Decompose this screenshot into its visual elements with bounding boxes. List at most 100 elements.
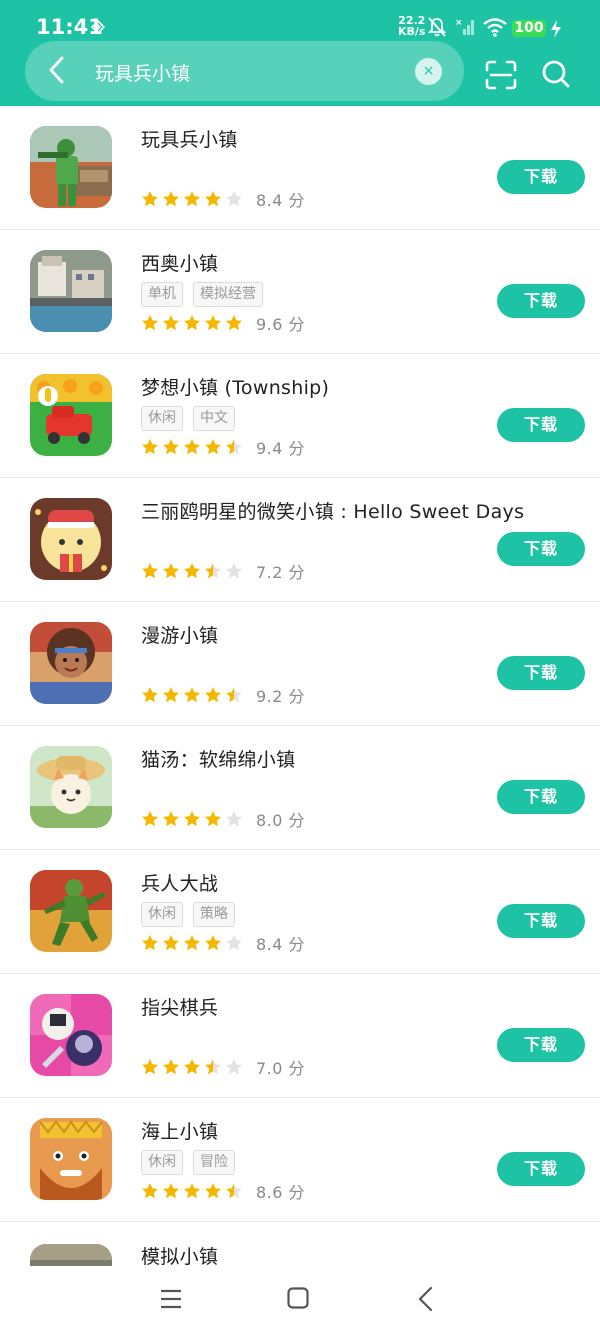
- star-half-icon: [205, 563, 221, 579]
- score-unit: 分: [288, 1183, 306, 1202]
- star-rating: [141, 190, 243, 208]
- search-icon[interactable]: [541, 59, 571, 89]
- app-list-item[interactable]: 兵人大战 休闲 策略 8.4 分 下载: [0, 850, 600, 974]
- hello-sweet-days-icon[interactable]: [30, 498, 112, 580]
- app-list-item[interactable]: 漫游小镇 9.2 分 下载: [0, 602, 600, 726]
- app-list-item[interactable]: 三丽鸥明星的微笑小镇 : Hello Sweet Days 7.2 分 下载: [0, 478, 600, 602]
- app-name[interactable]: 西奥小镇: [141, 249, 218, 276]
- star-empty-icon: [226, 191, 242, 207]
- app-name[interactable]: 模拟小镇: [141, 1242, 218, 1266]
- sim-town-icon[interactable]: [30, 1244, 112, 1266]
- theotown-icon[interactable]: [30, 250, 112, 332]
- clear-search-button[interactable]: ×: [415, 58, 442, 85]
- download-button[interactable]: 下载: [497, 284, 585, 318]
- download-button[interactable]: 下载: [497, 1152, 585, 1186]
- cat-soup-town-icon[interactable]: [30, 746, 112, 828]
- star-full-icon: [163, 1183, 179, 1199]
- tag: 中文: [193, 406, 235, 431]
- star-full-icon: [205, 439, 221, 455]
- download-button[interactable]: 下载: [497, 408, 585, 442]
- app-rating: 9.6 分: [141, 312, 305, 334]
- download-button[interactable]: 下载: [497, 160, 585, 194]
- back-arrow-icon[interactable]: [46, 55, 68, 85]
- download-button[interactable]: 下载: [497, 1028, 585, 1062]
- star-full-icon: [163, 687, 179, 703]
- star-full-icon: [184, 1059, 200, 1075]
- star-full-icon: [184, 191, 200, 207]
- star-rating: [141, 438, 243, 456]
- top-header: 11:41 22.2 KB/s × 100 玩具兵小镇 ×: [0, 0, 600, 106]
- score: 8.4 分: [256, 187, 305, 211]
- score: 7.0 分: [256, 1055, 305, 1079]
- star-full-icon: [205, 1183, 221, 1199]
- score: 9.2 分: [256, 683, 305, 707]
- app-name[interactable]: 漫游小镇: [141, 621, 218, 648]
- app-list-item[interactable]: 海上小镇 休闲 冒险 8.6 分 下载: [0, 1098, 600, 1222]
- cell-signal-icon: ×: [455, 18, 474, 35]
- score-unit: 分: [288, 315, 306, 334]
- mute-bell-icon: [427, 17, 447, 37]
- star-full-icon: [142, 687, 158, 703]
- app-name[interactable]: 兵人大战: [141, 869, 218, 896]
- star-full-icon: [163, 191, 179, 207]
- scan-icon[interactable]: [485, 60, 517, 90]
- download-button[interactable]: 下载: [497, 780, 585, 814]
- app-list-item-partial[interactable]: 模拟小镇: [0, 1224, 600, 1266]
- app-rating: 8.4 分: [141, 188, 305, 210]
- star-full-icon: [163, 935, 179, 951]
- system-nav-bar: [0, 1266, 600, 1333]
- tag: 休闲: [141, 406, 183, 431]
- sea-town-icon[interactable]: [30, 1118, 112, 1200]
- wifi-icon: [483, 18, 507, 37]
- network-rate: 22.2 KB/s: [398, 15, 425, 37]
- app-list-item[interactable]: 西奥小镇 单机 模拟经营 9.6 分 下载: [0, 230, 600, 354]
- score-value: 8.0: [256, 811, 283, 830]
- star-full-icon: [205, 687, 221, 703]
- app-name[interactable]: 三丽鸥明星的微笑小镇 : Hello Sweet Days: [141, 497, 524, 524]
- download-button[interactable]: 下载: [497, 656, 585, 690]
- star-full-icon: [163, 315, 179, 331]
- app-rating: 9.2 分: [141, 684, 305, 706]
- app-name[interactable]: 猫汤：软绵绵小镇: [141, 745, 295, 772]
- star-rating: [141, 686, 243, 704]
- star-full-icon: [142, 563, 158, 579]
- app-name[interactable]: 指尖棋兵: [141, 993, 218, 1020]
- wandering-town-icon[interactable]: [30, 622, 112, 704]
- star-full-icon: [205, 811, 221, 827]
- tag: 休闲: [141, 1150, 183, 1175]
- score: 8.4 分: [256, 931, 305, 955]
- app-rating: 7.2 分: [141, 560, 305, 582]
- star-empty-icon: [226, 563, 242, 579]
- toy-soldier-town-icon[interactable]: [30, 126, 112, 208]
- search-input[interactable]: [93, 56, 407, 88]
- app-list-item[interactable]: 玩具兵小镇 8.4 分 下载: [0, 106, 600, 230]
- star-full-icon: [184, 315, 200, 331]
- app-name[interactable]: 海上小镇: [141, 1117, 218, 1144]
- menu-icon[interactable]: [160, 1289, 182, 1309]
- home-icon[interactable]: [287, 1287, 309, 1309]
- app-list-item[interactable]: 猫汤：软绵绵小镇 8.0 分 下载: [0, 726, 600, 850]
- app-list-item[interactable]: 指尖棋兵 7.0 分 下载: [0, 974, 600, 1098]
- score: 8.0 分: [256, 807, 305, 831]
- download-button[interactable]: 下载: [497, 904, 585, 938]
- star-full-icon: [142, 811, 158, 827]
- app-tags: 单机 模拟经营: [141, 282, 263, 307]
- star-empty-icon: [226, 811, 242, 827]
- township-icon[interactable]: [30, 374, 112, 456]
- app-rating: 7.0 分: [141, 1056, 305, 1078]
- star-full-icon: [142, 439, 158, 455]
- star-full-icon: [205, 315, 221, 331]
- app-list-item[interactable]: 梦想小镇 (Township) 休闲 中文 9.4 分 下载: [0, 354, 600, 478]
- nav-back-icon[interactable]: [416, 1286, 436, 1312]
- app-name[interactable]: 梦想小镇 (Township): [141, 373, 329, 400]
- score: 7.2 分: [256, 559, 305, 583]
- download-button[interactable]: 下载: [497, 532, 585, 566]
- score-value: 7.2: [256, 563, 283, 582]
- army-men-battle-icon[interactable]: [30, 870, 112, 952]
- tag: 单机: [141, 282, 183, 307]
- app-name[interactable]: 玩具兵小镇: [141, 125, 238, 152]
- fingertip-chess-icon[interactable]: [30, 994, 112, 1076]
- star-full-icon: [142, 191, 158, 207]
- score-unit: 分: [288, 935, 306, 954]
- app-tags: 休闲 策略: [141, 902, 235, 927]
